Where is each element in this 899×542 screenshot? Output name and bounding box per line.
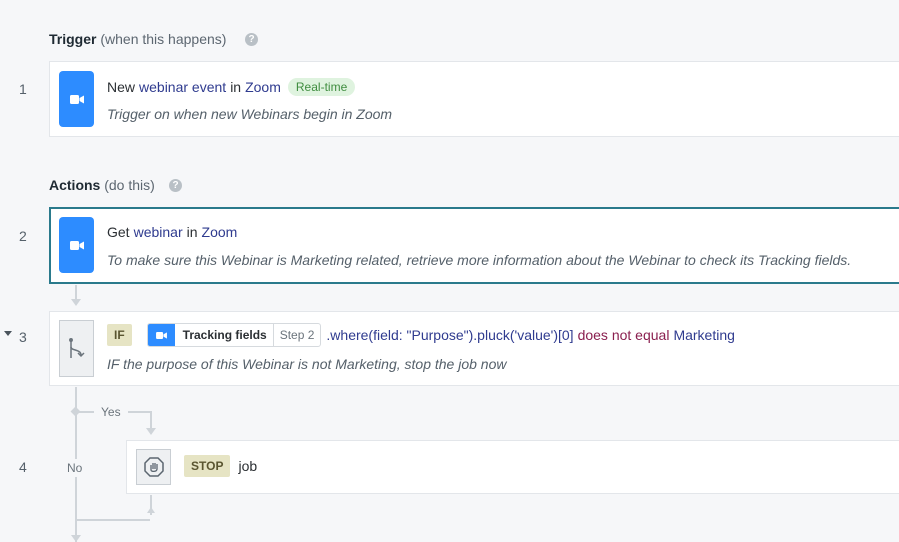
condition-row: IF Tracking fields Step 2 .where(field: …	[107, 323, 735, 347]
step-summary: Get webinar in Zoom	[107, 224, 237, 240]
zoom-video-icon	[59, 71, 94, 127]
datapill-tracking-fields[interactable]: Tracking fields Step 2	[146, 323, 322, 347]
get-webinar-step-card[interactable]: Get webinar in Zoom To make sure this We…	[49, 207, 899, 284]
connector-line	[128, 411, 150, 413]
zoom-video-icon	[147, 324, 175, 346]
stop-tag: STOP	[184, 455, 231, 477]
step-number: 1	[19, 81, 27, 97]
question-circle-icon[interactable]: ?	[169, 179, 182, 192]
step-description: IF the purpose of this Webinar is not Ma…	[107, 356, 507, 372]
step-app-link[interactable]: Zoom	[202, 224, 238, 240]
connector-line	[76, 411, 94, 413]
stop-hand-icon	[136, 449, 171, 485]
branch-if-icon	[59, 320, 94, 377]
step-connector: in	[230, 79, 242, 95]
step-object-link[interactable]: webinar	[134, 224, 183, 240]
caret-down-icon[interactable]	[4, 331, 12, 336]
if-condition-step-card[interactable]: IF Tracking fields Step 2 .where(field: …	[49, 311, 899, 386]
step-number: 4	[19, 459, 27, 475]
trigger-title: Trigger	[49, 31, 97, 47]
actions-subtitle: (do this)	[104, 177, 155, 193]
step-object-link[interactable]: webinar event	[139, 79, 226, 95]
step-number: 3	[19, 329, 27, 345]
arrow-down-icon	[71, 299, 81, 306]
connector-line	[76, 519, 150, 521]
zoom-video-icon	[59, 217, 94, 273]
step-summary: New webinar event in Zoom Real-time	[107, 78, 356, 96]
step-app-link[interactable]: Zoom	[245, 79, 281, 95]
arrow-down-icon	[146, 428, 156, 435]
step-description: Trigger on when new Webinars begin in Zo…	[107, 106, 393, 122]
condition-expression: .where(field: "Purpose").pluck('value')[…	[326, 327, 574, 343]
step-description: To make sure this Webinar is Marketing r…	[107, 252, 852, 268]
datapill-step: Step 2	[272, 324, 321, 346]
condition-operator: does not equal	[577, 327, 670, 343]
if-tag: IF	[107, 324, 132, 346]
question-circle-icon[interactable]: ?	[245, 33, 258, 46]
stop-label: job	[238, 458, 258, 474]
yes-branch-label: Yes	[101, 405, 121, 419]
step-verb: New	[107, 79, 136, 95]
datapill-label: Tracking fields	[182, 328, 267, 342]
arrow-up-icon	[147, 507, 155, 513]
trigger-step-card[interactable]: New webinar event in Zoom Real-time Trig…	[49, 61, 899, 137]
realtime-badge: Real-time	[287, 78, 356, 96]
trigger-subtitle: (when this happens)	[100, 31, 227, 47]
stop-job-step-card[interactable]: STOP job	[126, 440, 899, 494]
arrow-down-icon	[71, 535, 81, 542]
actions-section-title: Actions (do this)	[49, 177, 155, 193]
step-connector: in	[186, 224, 198, 240]
condition-value: Marketing	[673, 327, 735, 343]
stop-row: STOP job	[184, 455, 257, 477]
no-branch-label: No	[67, 459, 83, 477]
actions-title: Actions	[49, 177, 101, 193]
step-verb: Get	[107, 224, 130, 240]
step-number: 2	[19, 228, 27, 244]
trigger-section-title: Trigger (when this happens)	[49, 31, 226, 47]
